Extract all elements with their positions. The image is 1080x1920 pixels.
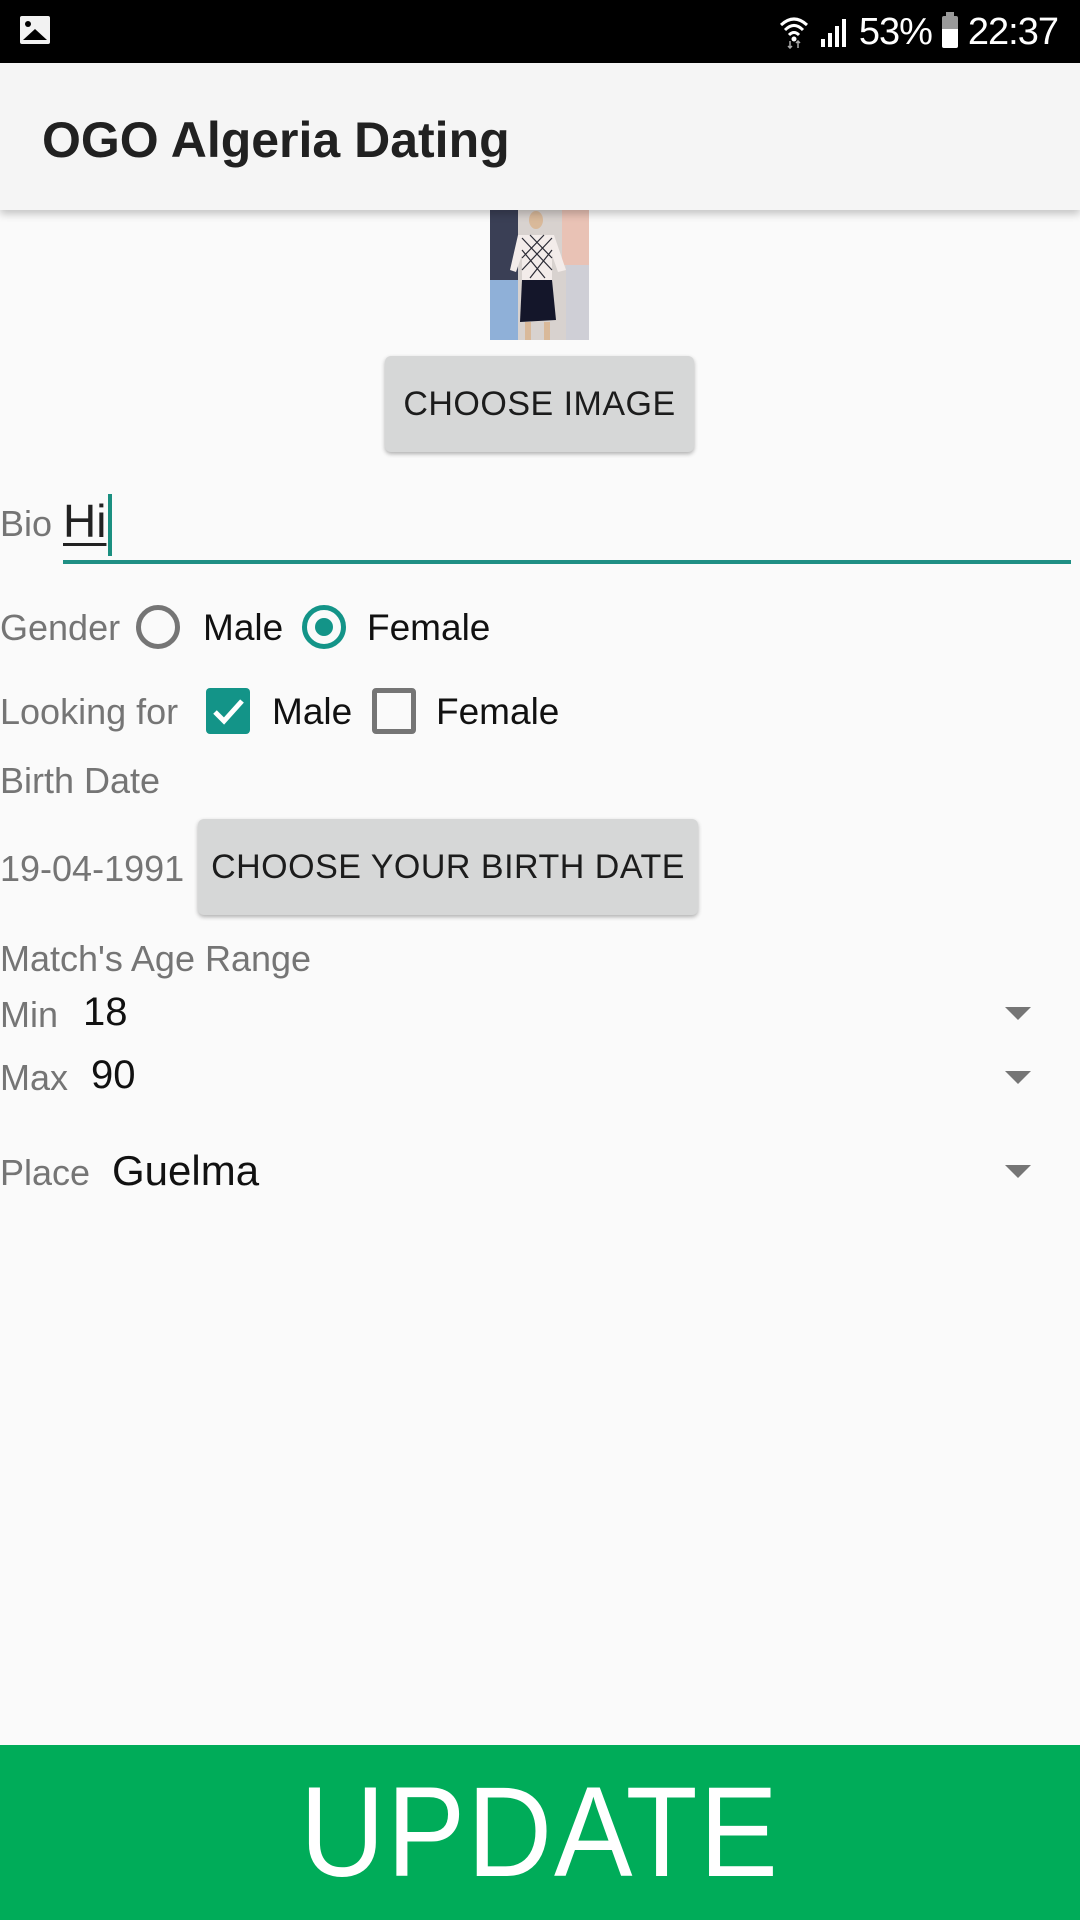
gallery-icon xyxy=(20,16,50,44)
status-bar: 53% 22:37 xyxy=(0,0,1080,63)
dropdown-arrow-icon[interactable] xyxy=(1005,1007,1031,1020)
checkmark-icon xyxy=(213,699,244,725)
max-age-label: Max xyxy=(0,1057,69,1098)
dropdown-arrow-icon[interactable] xyxy=(1005,1165,1031,1178)
update-label: UPDATE xyxy=(300,1761,780,1904)
choose-image-button[interactable]: CHOOSE IMAGE xyxy=(385,356,694,452)
battery-icon xyxy=(941,12,958,48)
age-range-label: Match's Age Range xyxy=(0,938,312,979)
looking-for-male-label[interactable]: Male xyxy=(272,691,352,733)
wifi-icon xyxy=(779,17,808,49)
place-label: Place xyxy=(0,1152,91,1193)
looking-for-female-label[interactable]: Female xyxy=(436,691,559,733)
battery-percent: 53% xyxy=(858,10,933,53)
looking-for-male-checkbox[interactable] xyxy=(206,688,250,734)
gender-male-radio[interactable] xyxy=(136,605,180,649)
clock: 22:37 xyxy=(967,10,1059,53)
profile-image[interactable] xyxy=(490,210,589,340)
gender-female-label[interactable]: Female xyxy=(367,607,490,649)
bio-input-underline xyxy=(63,560,1071,564)
signal-icon xyxy=(820,19,846,47)
text-cursor xyxy=(108,494,112,556)
gender-female-radio[interactable] xyxy=(302,605,346,649)
bio-input[interactable]: Hi xyxy=(63,494,106,548)
bio-label: Bio xyxy=(0,503,53,544)
status-bar-right: 53% 22:37 xyxy=(779,8,1059,56)
birth-date-value: 19-04-1991 xyxy=(0,848,185,889)
app-title: OGO Algeria Dating xyxy=(42,112,510,168)
dropdown-arrow-icon[interactable] xyxy=(1005,1071,1031,1084)
looking-for-label: Looking for xyxy=(0,691,179,732)
min-age-spinner[interactable]: 18 xyxy=(83,990,128,1035)
place-spinner[interactable]: Guelma xyxy=(112,1147,259,1195)
update-button[interactable]: UPDATE xyxy=(0,1745,1080,1920)
profile-photo xyxy=(490,210,589,340)
choose-birth-date-button[interactable]: CHOOSE YOUR BIRTH DATE xyxy=(198,819,698,915)
min-age-label: Min xyxy=(0,994,59,1035)
max-age-spinner[interactable]: 90 xyxy=(91,1053,136,1098)
birth-date-label: Birth Date xyxy=(0,760,161,801)
app-toolbar: OGO Algeria Dating xyxy=(0,63,1080,210)
looking-for-female-checkbox[interactable] xyxy=(372,688,416,734)
gender-male-label[interactable]: Male xyxy=(203,607,283,649)
gender-label: Gender xyxy=(0,607,121,648)
